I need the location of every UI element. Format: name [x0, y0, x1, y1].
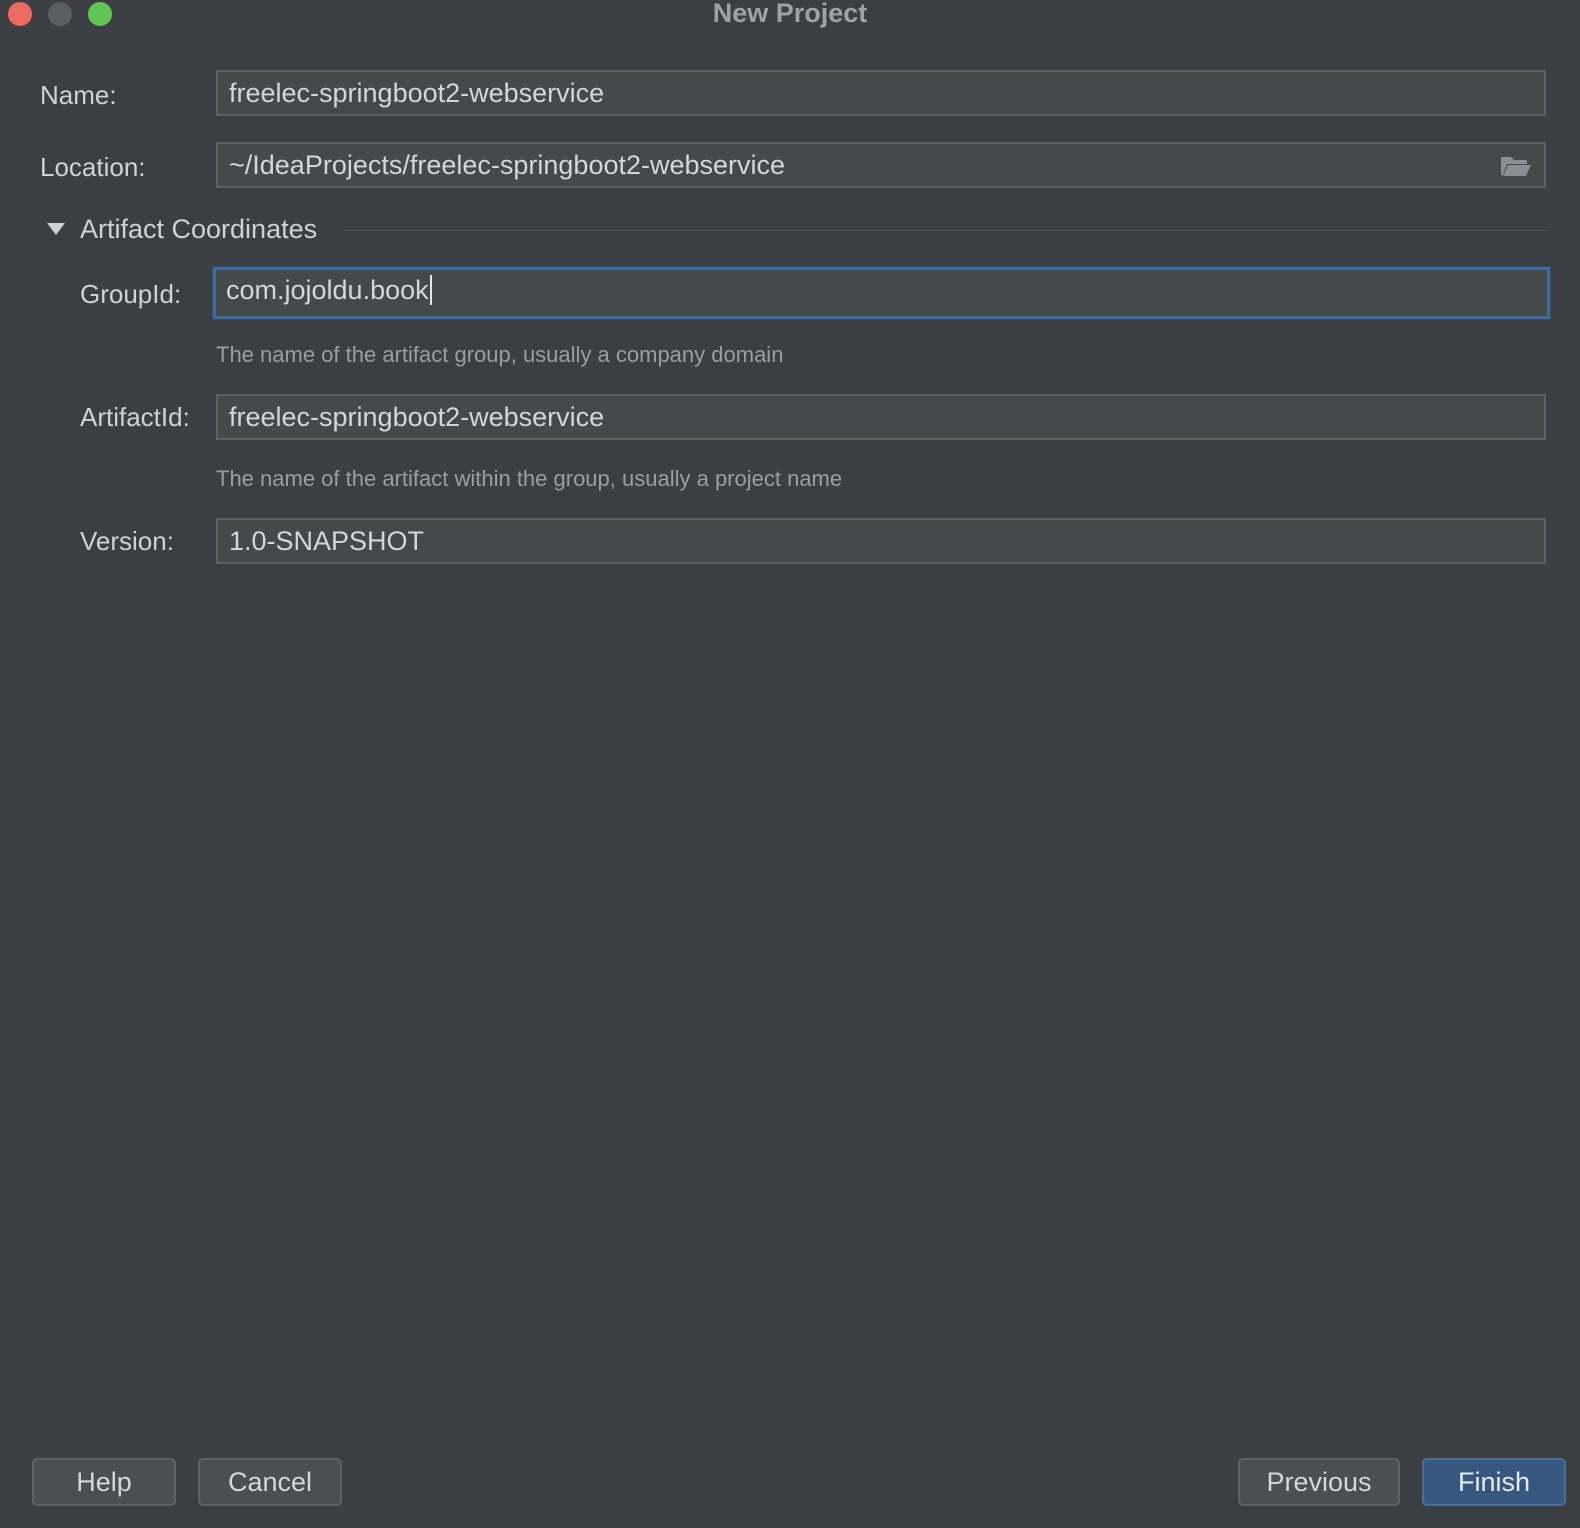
groupid-label: GroupId: [80, 279, 182, 309]
location-field-value: ~/IdeaProjects/freelec-springboot2-webse… [229, 150, 786, 180]
groupid-hint: The name of the artifact group, usually … [216, 342, 784, 367]
folder-open-icon[interactable] [1500, 154, 1532, 178]
version-field-value: 1.0-SNAPSHOT [229, 526, 425, 556]
name-label: Name: [40, 80, 117, 110]
text-caret [429, 274, 432, 305]
location-field[interactable]: ~/IdeaProjects/freelec-springboot2-webse… [216, 142, 1546, 188]
artifactid-label: ArtifactId: [80, 402, 190, 432]
artifactid-field[interactable]: freelec-springboot2-webservice [216, 394, 1546, 440]
section-divider [344, 230, 1546, 231]
triangle-down-icon[interactable] [46, 222, 66, 236]
version-field[interactable]: 1.0-SNAPSHOT [216, 518, 1546, 564]
title-bar: New Project [0, 0, 1580, 30]
window-title: New Project [712, 0, 868, 28]
groupid-field-value: com.jojoldu.book [226, 275, 429, 305]
groupid-field[interactable]: com.jojoldu.book [213, 267, 1550, 319]
finish-button[interactable]: Finish [1422, 1458, 1566, 1506]
help-button[interactable]: Help [32, 1458, 176, 1506]
name-field-value: freelec-springboot2-webservice [229, 78, 605, 108]
cancel-button[interactable]: Cancel [198, 1458, 342, 1506]
location-label: Location: [40, 152, 146, 182]
name-field[interactable]: freelec-springboot2-webservice [216, 70, 1546, 116]
version-label: Version: [80, 526, 174, 556]
artifactid-field-value: freelec-springboot2-webservice [229, 402, 605, 432]
artifactid-hint: The name of the artifact within the grou… [216, 466, 843, 491]
artifact-coordinates-title: Artifact Coordinates [80, 214, 318, 244]
artifact-coordinates-header[interactable]: Artifact Coordinates [44, 212, 1546, 248]
previous-button[interactable]: Previous [1238, 1458, 1400, 1506]
